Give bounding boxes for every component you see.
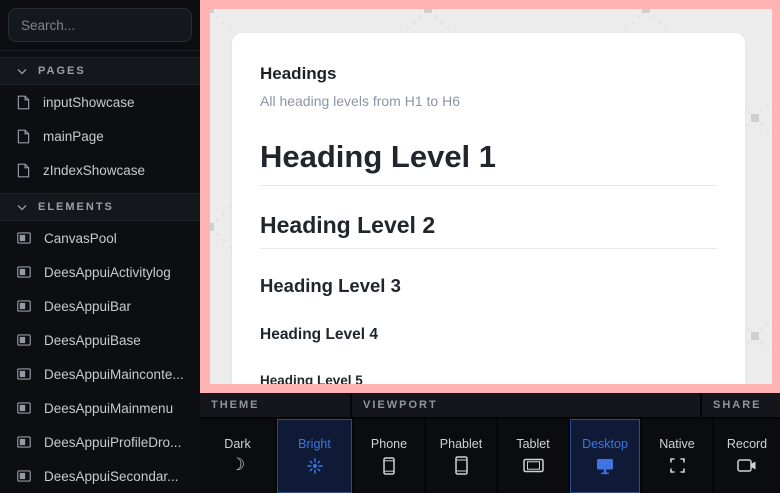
group-label: VIEWPORT (363, 399, 438, 411)
main-area: Headings All heading levels from H1 to H… (200, 0, 780, 493)
share-record-button[interactable]: Record (714, 419, 780, 493)
sidebar-item-label: mainPage (43, 129, 104, 144)
element-icon (17, 402, 31, 414)
button-label: Bright (298, 437, 331, 451)
heading-level-5: Heading Level 5 (260, 373, 717, 384)
phablet-icon (454, 456, 469, 476)
sidebar-item-label: zIndexShowcase (43, 163, 145, 178)
monitor-icon (595, 456, 615, 476)
toolbar-buttons: Dark ☽ Bright (200, 417, 780, 493)
tablet-icon (523, 456, 544, 476)
sidebar-item-label: DeesAppuiSecondar... (44, 469, 178, 484)
sidebar-item-element[interactable]: DeesAppuiProfileDro... (0, 425, 200, 459)
heading-level-2: Heading Level 2 (260, 212, 717, 249)
group-label: SHARE (713, 399, 762, 411)
sidebar-item-page[interactable]: zIndexShowcase (0, 153, 200, 187)
section-header-elements[interactable]: ELEMENTS (0, 193, 200, 221)
element-icon (17, 436, 31, 448)
button-label: Native (659, 437, 694, 451)
sidebar-item-label: DeesAppuiMainconte... (44, 367, 184, 382)
search-container (0, 0, 200, 51)
group-label: THEME (211, 399, 260, 411)
sidebar-item-label: DeesAppuiBase (44, 333, 141, 348)
sidebar-item-element[interactable]: DeesAppuiBase (0, 323, 200, 357)
element-icon (17, 300, 31, 312)
viewport-phone-button[interactable]: Phone (354, 419, 424, 493)
page-icon (17, 129, 30, 144)
viewport-desktop-button[interactable]: Desktop (570, 419, 640, 493)
element-icon (17, 368, 31, 380)
button-label: Phone (371, 437, 407, 451)
sidebar-item-element[interactable]: DeesAppuiMainconte... (0, 357, 200, 391)
section-label: PAGES (38, 65, 86, 77)
canvas-viewport: Headings All heading levels from H1 to H… (210, 9, 772, 384)
page-icon (17, 163, 30, 178)
viewport-tablet-button[interactable]: Tablet (498, 419, 568, 493)
element-icon (17, 470, 31, 482)
button-label: Desktop (582, 437, 628, 451)
fullscreen-icon (670, 456, 685, 476)
section-header-pages[interactable]: PAGES (0, 57, 200, 85)
phone-icon (382, 456, 396, 476)
chevron-down-icon (17, 68, 27, 75)
search-input[interactable] (8, 8, 192, 42)
button-label: Dark (224, 437, 250, 451)
sidebar-item-element[interactable]: DeesAppuiSecondar... (0, 459, 200, 493)
sidebar-item-element[interactable]: DeesAppuiBar (0, 289, 200, 323)
moon-icon: ☽ (230, 456, 245, 476)
video-camera-icon (737, 456, 757, 476)
sidebar-item-page[interactable]: mainPage (0, 119, 200, 153)
sidebar-item-label: DeesAppuiProfileDro... (44, 435, 181, 450)
element-icon (17, 266, 31, 278)
headings-showcase-card: Headings All heading levels from H1 to H… (232, 33, 745, 384)
toolbar-group-share-header: SHARE (702, 393, 780, 417)
toolbar-group-viewport-header: VIEWPORT (352, 393, 700, 417)
sidebar-item-label: CanvasPool (44, 231, 117, 246)
sidebar-item-element[interactable]: CanvasPool (0, 221, 200, 255)
theme-dark-button[interactable]: Dark ☽ (200, 419, 275, 493)
button-label: Tablet (516, 437, 549, 451)
card-subtitle: All heading levels from H1 to H6 (260, 93, 717, 109)
toolbar-header: THEME VIEWPORT SHARE (200, 393, 780, 417)
sidebar-item-label: DeesAppuiMainmenu (44, 401, 173, 416)
sidebar-item-page[interactable]: inputShowcase (0, 85, 200, 119)
viewport-native-button[interactable]: Native (642, 419, 712, 493)
chevron-down-icon (17, 204, 27, 211)
element-icon (17, 232, 31, 244)
toolbar-group-theme-header: THEME (200, 393, 350, 417)
sidebar: PAGES inputShowcase mainPage zIndexShowc… (0, 0, 200, 493)
card-title: Headings (260, 64, 717, 84)
sidebar-item-label: DeesAppuiActivitylog (44, 265, 171, 280)
button-label: Phablet (440, 437, 482, 451)
canvas-frame: Headings All heading levels from H1 to H… (200, 0, 780, 393)
bottom-toolbar: THEME VIEWPORT SHARE Dark ☽ Bright (200, 393, 780, 493)
element-icon (17, 334, 31, 346)
sidebar-item-element[interactable]: DeesAppuiActivitylog (0, 255, 200, 289)
viewport-phablet-button[interactable]: Phablet (426, 419, 496, 493)
button-label: Record (727, 437, 767, 451)
section-label: ELEMENTS (38, 201, 114, 213)
theme-bright-button[interactable]: Bright (277, 419, 352, 493)
sidebar-item-label: DeesAppuiBar (44, 299, 131, 314)
sun-icon (306, 456, 324, 476)
heading-level-1: Heading Level 1 (260, 139, 717, 186)
sidebar-item-element[interactable]: DeesAppuiMainmenu (0, 391, 200, 425)
app-window: PAGES inputShowcase mainPage zIndexShowc… (0, 0, 780, 493)
sidebar-item-label: inputShowcase (43, 95, 135, 110)
heading-level-3: Heading Level 3 (260, 275, 717, 297)
heading-level-4: Heading Level 4 (260, 326, 717, 344)
page-icon (17, 95, 30, 110)
